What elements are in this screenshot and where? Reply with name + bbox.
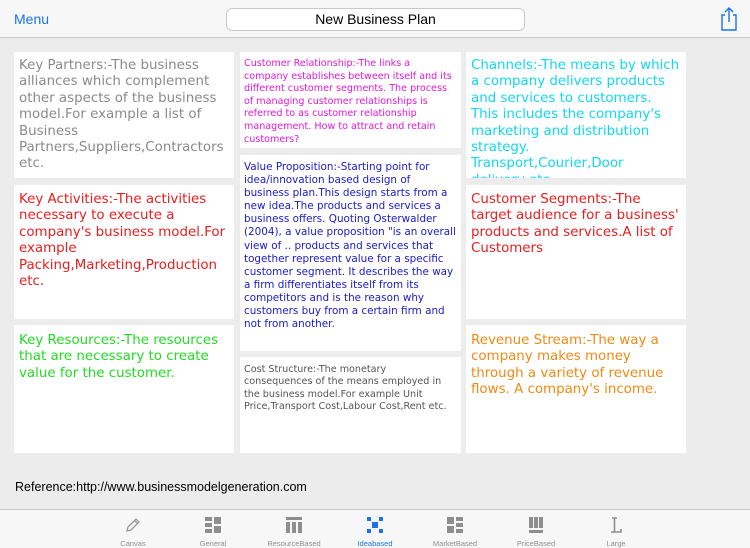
tab-resourcebased[interactable]: ResourceBased <box>254 510 334 548</box>
tab-label: Large <box>606 539 626 548</box>
tab-large[interactable]: Large <box>576 510 656 548</box>
dots-cluster-icon <box>366 516 384 534</box>
revenue-stream-text: Revenue Stream:-The way a company makes … <box>471 333 664 398</box>
tab-marketbased[interactable]: MarketBased <box>415 510 495 548</box>
key-resources-card[interactable]: Key Resources:-The resources that are ne… <box>14 325 234 453</box>
tab-label: MarketBased <box>432 539 478 548</box>
cost-structure-card[interactable]: Cost Structure:-The monetary consequence… <box>240 357 461 453</box>
customer-segments-card[interactable]: Customer Segments:-The target audience f… <box>466 185 686 319</box>
key-activities-card[interactable]: Key Activities:-The activities necessary… <box>14 185 234 319</box>
navigation-bar: Menu New Business Plan <box>0 0 750 38</box>
cost-structure-text: Cost Structure:-The monetary consequence… <box>244 364 447 413</box>
channels-card[interactable]: Channels:-The means by which a company d… <box>466 52 686 178</box>
key-partners-card[interactable]: Key Partners:-The business alliances whi… <box>14 52 234 178</box>
tab-pricebased[interactable]: PriceBased <box>496 510 576 548</box>
tab-ideabased[interactable]: Ideabased <box>335 510 415 548</box>
tab-general[interactable]: General <box>173 510 253 548</box>
letter-l-icon <box>607 516 625 534</box>
tab-label: PriceBased <box>516 539 556 548</box>
bars-icon <box>527 516 545 534</box>
reference-text: Reference:http://www.businessmodelgenera… <box>15 480 307 494</box>
pencil-icon <box>124 516 142 534</box>
value-proposition-text: Value Proposition:-Starting point for id… <box>244 161 456 331</box>
grid-blocks-icon <box>204 516 222 534</box>
customer-segments-text: Customer Segments:-The target audience f… <box>471 192 679 257</box>
revenue-stream-card[interactable]: Revenue Stream:-The way a company makes … <box>466 325 686 453</box>
customer-relationship-card[interactable]: Customer Relationship:-The links a compa… <box>240 52 461 148</box>
columns-icon <box>285 516 303 534</box>
key-partners-text: Key Partners:-The business alliances whi… <box>19 58 224 172</box>
value-proposition-card[interactable]: Value Proposition:-Starting point for id… <box>240 155 461 351</box>
channels-text: Channels:-The means by which a company d… <box>471 58 680 178</box>
tab-bar: Canvas General ResourceBased Ideabased M… <box>0 509 750 548</box>
tab-label: Ideabased <box>357 539 393 548</box>
menu-button[interactable]: Menu <box>14 11 49 27</box>
tab-label: Canvas <box>120 539 146 548</box>
key-activities-text: Key Activities:-The activities necessary… <box>19 192 226 290</box>
cross-blocks-icon <box>446 516 464 534</box>
tab-canvas[interactable]: Canvas <box>93 510 173 548</box>
customer-relationship-text: Customer Relationship:-The links a compa… <box>244 58 452 145</box>
tab-label: ResourceBased <box>267 539 321 548</box>
plan-title-field[interactable]: New Business Plan <box>226 8 525 31</box>
tab-label: General <box>199 539 227 548</box>
key-resources-text: Key Resources:-The resources that are ne… <box>19 333 219 381</box>
share-icon[interactable] <box>719 6 739 32</box>
